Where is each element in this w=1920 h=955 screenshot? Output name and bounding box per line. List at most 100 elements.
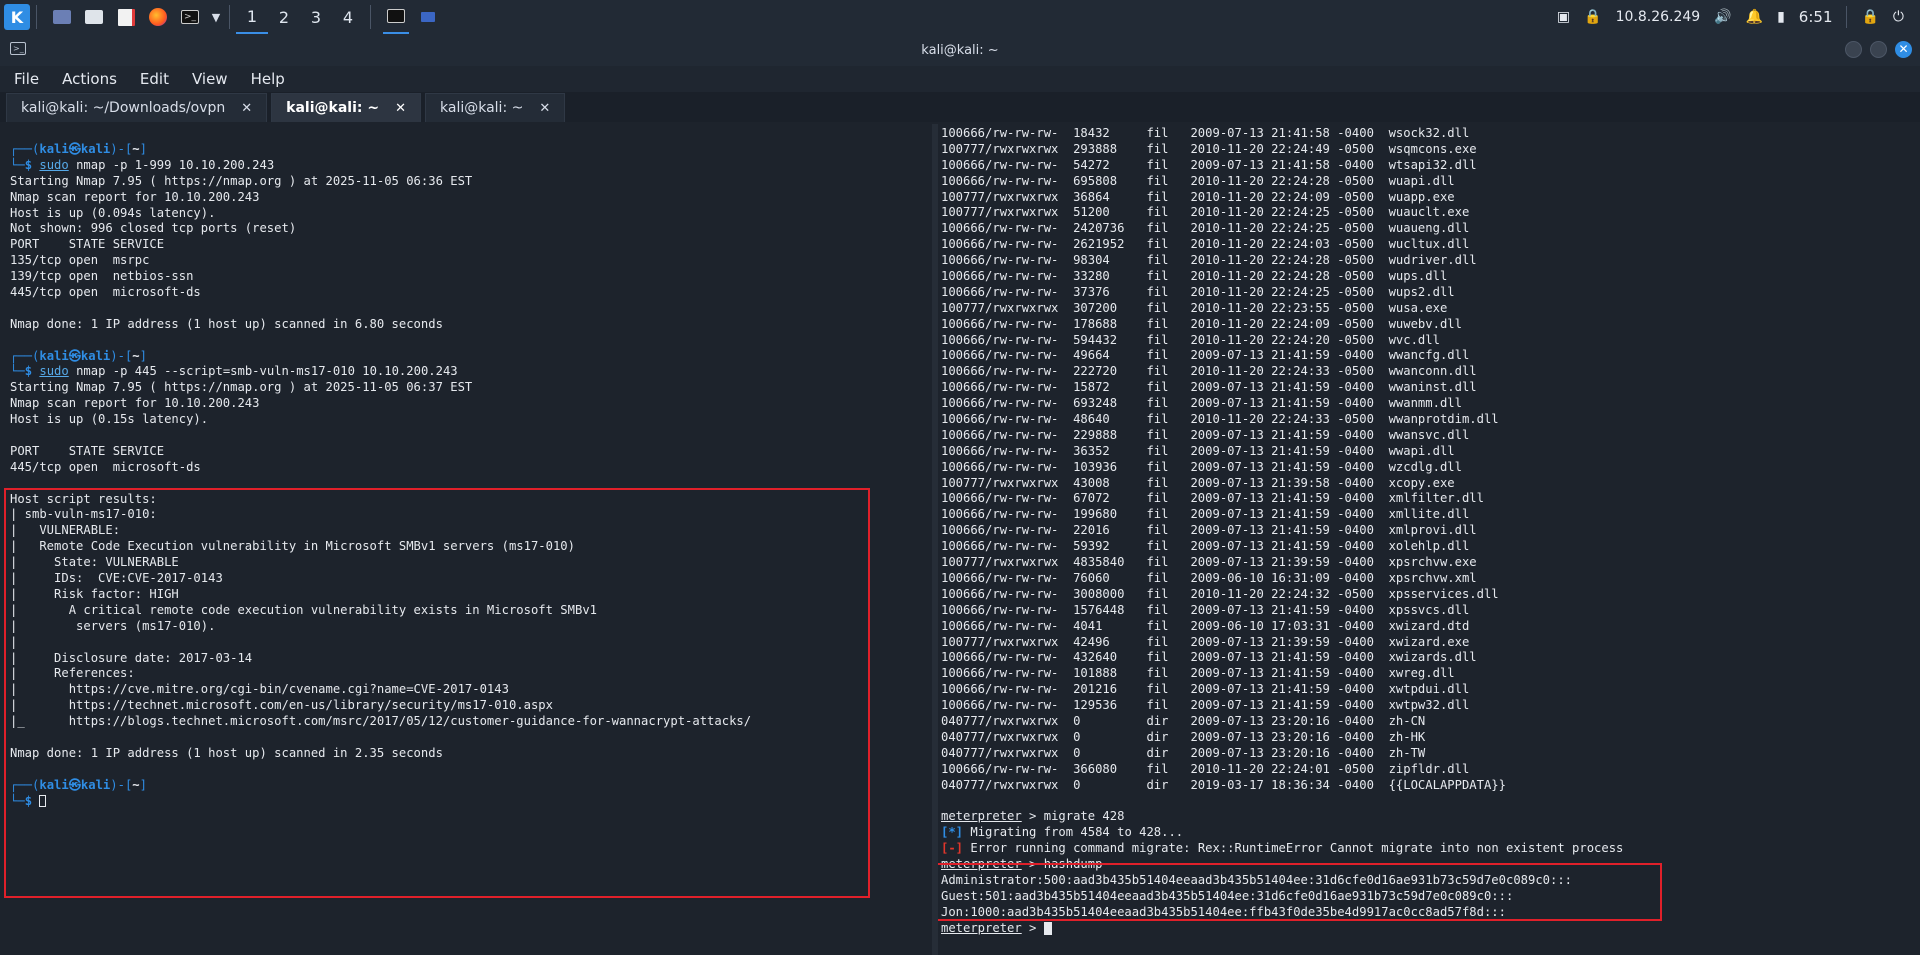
output-line: PORT STATE SERVICE (10, 237, 165, 252)
menu-bar: File Actions Edit View Help (0, 66, 1920, 92)
listing-row: 100666/rw-rw-rw- 37376 fil 2010-11-20 22… (941, 284, 1455, 299)
display-icon[interactable]: ▣ (1557, 9, 1570, 25)
output-line: Not shown: 996 closed tcp ports (reset) (10, 221, 297, 236)
volume-icon[interactable]: 🔊 (1714, 9, 1731, 25)
battery-icon[interactable]: ▮ (1777, 9, 1785, 25)
output-line: | State: VULNERABLE (10, 555, 179, 570)
listing-row: 100666/rw-rw-rw- 49664 fil 2009-07-13 21… (941, 348, 1470, 363)
tab-label: kali@kali: ~ (440, 100, 524, 116)
listing-row: 100666/rw-rw-rw- 15872 fil 2009-07-13 21… (941, 380, 1477, 395)
output-line: | A critical remote code execution vulne… (10, 602, 597, 617)
separator (1846, 6, 1848, 28)
show-desktop-icon[interactable] (49, 4, 75, 30)
listing-row: 100777/rwxrwxrwx 36864 fil 2010-11-20 22… (941, 189, 1455, 204)
listing-row: 100666/rw-rw-rw- 229888 fil 2009-07-13 2… (941, 427, 1470, 442)
listing-row: 100666/rw-rw-rw- 48640 fil 2010-11-20 22… (941, 412, 1499, 427)
migrate-error-line: [-] Error running command migrate: Rex::… (941, 841, 1624, 856)
power-icon[interactable]: ⏻ (1893, 9, 1904, 25)
notification-bell-icon[interactable]: 🔔 (1746, 9, 1763, 25)
close-icon[interactable]: ✕ (395, 101, 406, 116)
chevron-down-icon[interactable]: ▼ (209, 4, 223, 30)
tab-home-active[interactable]: kali@kali: ~ ✕ (271, 93, 421, 122)
text-editor-icon[interactable] (113, 4, 139, 30)
workspace-2[interactable]: 2 (268, 0, 300, 34)
output-line: 445/tcp open microsoft-ds (10, 459, 201, 474)
lock-screen-icon[interactable]: 🔒 (1861, 9, 1878, 25)
vpn-lock-icon[interactable]: 🔒 (1584, 9, 1601, 25)
terminal-pane-left[interactable]: ┌──(kali㉿kali)-[~] └─$ sudo nmap -p 1-99… (0, 124, 932, 955)
listing-row: 100777/rwxrwxrwx 307200 fil 2010-11-20 2… (941, 300, 1448, 315)
kali-menu-icon[interactable]: K (4, 4, 30, 30)
listing-row: 100666/rw-rw-rw- 1576448 fil 2009-07-13 … (941, 602, 1470, 617)
close-icon[interactable]: ✕ (539, 101, 550, 116)
workspace-4[interactable]: 4 (332, 0, 364, 34)
output-line: 139/tcp open netbios-ssn (10, 269, 194, 284)
close-icon[interactable]: ✕ (241, 101, 252, 116)
close-button[interactable]: ✕ (1895, 41, 1912, 58)
workspace-1[interactable]: 1 (236, 0, 268, 34)
output-line: Nmap scan report for 10.10.200.243 (10, 189, 260, 204)
tab-ovpn[interactable]: kali@kali: ~/Downloads/ovpn ✕ (6, 93, 268, 122)
window-button[interactable] (415, 4, 441, 30)
tab-label: kali@kali: ~/Downloads/ovpn (21, 100, 226, 116)
terminal-pane-right[interactable]: 100666/rw-rw-rw- 18432 fil 2009-07-13 21… (938, 124, 1920, 955)
output-line: | smb-vuln-ms17-010: (10, 507, 157, 522)
output-line: Starting Nmap 7.95 ( https://nmap.org ) … (10, 380, 473, 395)
listing-row: 100666/rw-rw-rw- 59392 fil 2009-07-13 21… (941, 539, 1470, 554)
tab-home-2[interactable]: kali@kali: ~ ✕ (425, 93, 566, 122)
listing-row (941, 793, 1920, 809)
output-line: | References: (10, 666, 135, 681)
listing-row: 100666/rw-rw-rw- 98304 fil 2010-11-20 22… (941, 253, 1477, 268)
listing-row: 100666/rw-rw-rw- 2621952 fil 2010-11-20 … (941, 237, 1470, 252)
workspace-3[interactable]: 3 (300, 0, 332, 34)
prompt-line: ┌──(kali㉿kali)-[~] (10, 777, 147, 792)
listing-row: 040777/rwxrwxrwx 0 dir 2019-03-17 18:36:… (941, 777, 1506, 792)
menu-view[interactable]: View (178, 70, 237, 88)
listing-row: 100777/rwxrwxrwx 43008 fil 2009-07-13 21… (941, 475, 1455, 490)
listing-row: 100777/rwxrwxrwx 42496 fil 2009-07-13 21… (941, 634, 1470, 649)
listing-row: 100666/rw-rw-rw- 22016 fil 2009-07-13 21… (941, 523, 1477, 538)
output-line: Host is up (0.15s latency). (10, 412, 209, 427)
terminal-app-icon: >_ (10, 42, 26, 55)
file-manager-icon[interactable] (81, 4, 107, 30)
listing-row: 100666/rw-rw-rw- 2420736 fil 2010-11-20 … (941, 221, 1470, 236)
tab-label: kali@kali: ~ (286, 100, 380, 116)
maximize-button[interactable] (1870, 41, 1887, 58)
output-line: Host script results: (10, 491, 157, 506)
right-output: 100666/rw-rw-rw- 18432 fil 2009-07-13 21… (938, 124, 1920, 936)
output-line: | Disclosure date: 2017-03-14 (10, 650, 253, 665)
menu-actions[interactable]: Actions (48, 70, 126, 88)
listing-row: 100666/rw-rw-rw- 54272 fil 2009-07-13 21… (941, 157, 1477, 172)
listing-row: 100666/rw-rw-rw- 201216 fil 2009-07-13 2… (941, 682, 1470, 697)
minimize-button[interactable] (1845, 41, 1862, 58)
clock[interactable]: 6:51 (1799, 8, 1833, 26)
separator (229, 5, 230, 29)
output-line: 135/tcp open msrpc (10, 253, 150, 268)
listing-row: 100666/rw-rw-rw- 178688 fil 2010-11-20 2… (941, 316, 1462, 331)
taskbar: K >_ ▼ 1 2 3 4 ▣ 🔒 10.8.26.249 🔊 🔔 ▮ 6:5… (0, 0, 1920, 35)
hash-line-administrator: Administrator:500:aad3b435b51404eeaad3b4… (941, 872, 1573, 887)
output-line: | servers (ms17-010). (10, 618, 216, 633)
firefox-icon[interactable] (145, 4, 171, 30)
window-controls: ✕ (1845, 41, 1912, 58)
listing-row: 040777/rwxrwxrwx 0 dir 2009-07-13 23:20:… (941, 745, 1426, 760)
window-titlebar[interactable]: >_ kali@kali: ~ ✕ (0, 34, 1920, 66)
listing-row: 100666/rw-rw-rw- 432640 fil 2009-07-13 2… (941, 650, 1477, 665)
menu-file[interactable]: File (0, 70, 48, 88)
prompt-line: ┌──(kali㉿kali)-[~] (10, 348, 147, 363)
menu-help[interactable]: Help (237, 70, 294, 88)
command-line: └─$ sudo nmap -p 1-999 10.10.200.243 (10, 157, 275, 172)
terminal-window-button[interactable] (383, 0, 409, 34)
command-line[interactable]: └─$ (10, 794, 932, 810)
menu-edit[interactable]: Edit (126, 70, 178, 88)
meterpreter-input-line[interactable]: meterpreter > (941, 921, 1920, 937)
listing-row: 100666/rw-rw-rw- 101888 fil 2009-07-13 2… (941, 666, 1455, 681)
output-line: | (10, 634, 18, 649)
listing-row: 100666/rw-rw-rw- 67072 fil 2009-07-13 21… (941, 491, 1484, 506)
prompt-line: ┌──(kali㉿kali)-[~] (10, 142, 147, 156)
terminal-icon[interactable]: >_ (177, 4, 203, 30)
